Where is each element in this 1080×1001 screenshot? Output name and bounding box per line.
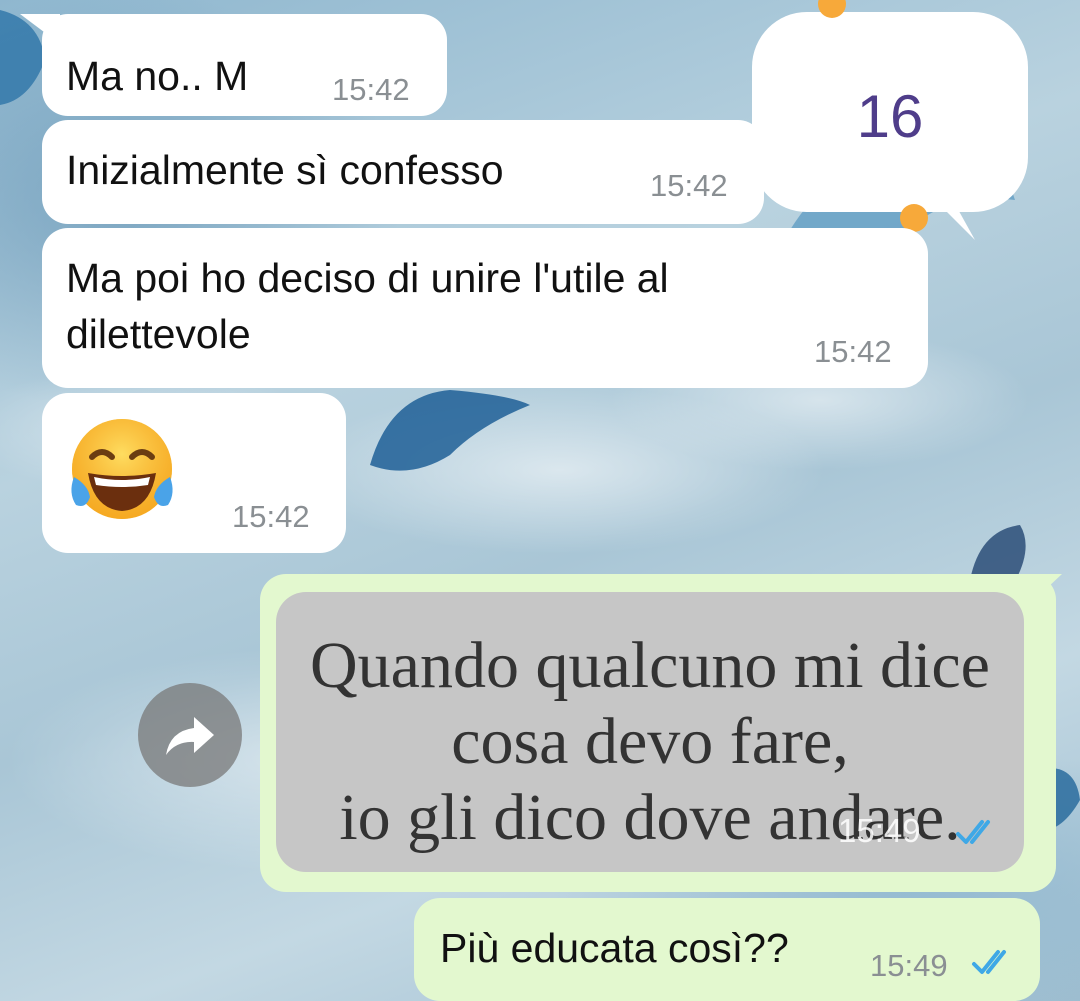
message-time: 15:42 <box>814 334 892 369</box>
message-text-line: dilettevole <box>66 311 251 357</box>
message-time: 15:49 <box>838 812 921 849</box>
forward-icon <box>166 717 214 755</box>
incoming-message[interactable]: Ma no.. M 15:42 <box>42 14 447 116</box>
double-check-icon <box>972 950 1006 974</box>
message-time: 15:42 <box>650 168 728 203</box>
quote-line: cosa devo fare, <box>451 705 849 778</box>
message-text: Inizialmente sì confesso <box>66 147 504 193</box>
face-with-tears-of-joy-icon <box>71 419 173 519</box>
message-time: 15:49 <box>870 948 948 983</box>
message-time: 15:42 <box>332 72 410 107</box>
forward-button[interactable] <box>138 683 242 787</box>
note-number: 16 <box>856 83 924 150</box>
incoming-message[interactable]: Ma poi ho deciso di unire l'utile al dil… <box>42 228 928 388</box>
message-text-line: Ma poi ho deciso di unire l'utile al <box>66 255 669 301</box>
message-text: Ma no.. M <box>66 53 249 99</box>
butterfly-decoration <box>370 390 530 471</box>
incoming-message[interactable]: Inizialmente sì confesso 15:42 <box>42 120 764 224</box>
note-tail <box>930 195 975 240</box>
quote-line: Quando qualcuno mi dice <box>310 629 990 702</box>
message-time: 15:42 <box>232 499 310 534</box>
double-check-icon <box>956 820 990 844</box>
message-text: Più educata così?? <box>440 925 789 971</box>
overlay-number-note: 16 <box>752 12 1028 212</box>
incoming-message[interactable]: 15:42 <box>42 393 346 553</box>
outgoing-message[interactable]: Più educata così?? 15:49 <box>414 898 1040 1001</box>
bubble-tail <box>1030 574 1062 604</box>
